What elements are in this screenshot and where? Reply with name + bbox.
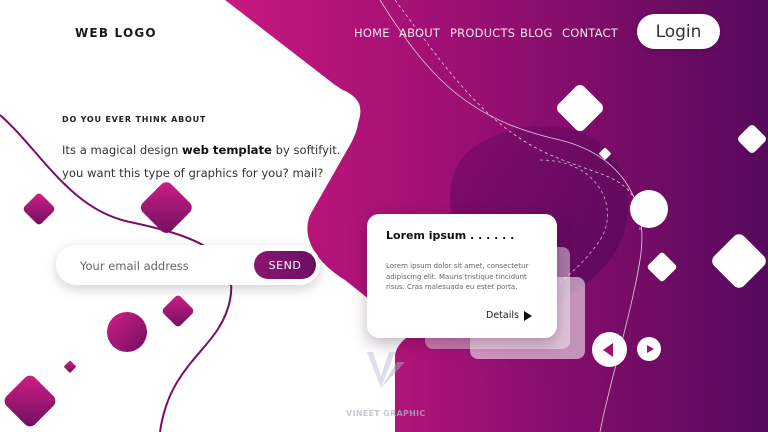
hero-eyebrow: DO YOU EVER THINK ABOUT: [62, 115, 207, 124]
hero-line-1: Its a magical design web template by sof…: [62, 143, 341, 157]
next-button[interactable]: [637, 337, 661, 361]
watermark-logo: [367, 352, 405, 388]
card-body: Lorem ipsum dolor sit amet, consectetur …: [386, 262, 529, 291]
nav-about[interactable]: ABOUT: [399, 26, 440, 40]
pink-circle: [107, 312, 147, 352]
nav-contact[interactable]: CONTACT: [562, 26, 618, 40]
card-title: Lorem ipsum . . . . . .: [386, 229, 515, 242]
hero-copy: Its a magical design web template by sof…: [62, 139, 352, 185]
details-label: Details: [486, 310, 519, 321]
white-circle: [630, 190, 668, 228]
nav-blog[interactable]: BLOG: [520, 26, 553, 40]
email-input[interactable]: [78, 256, 252, 276]
nav-products[interactable]: PRODUCTS: [450, 26, 515, 40]
watermark-text: VINEET GRAPHIC: [346, 409, 426, 418]
web-logo[interactable]: WEB LOGO: [75, 26, 157, 40]
details-link[interactable]: Details: [486, 310, 532, 321]
send-button[interactable]: SEND: [254, 251, 316, 279]
login-button[interactable]: Login: [637, 14, 720, 49]
hero-line-2: you want this type of graphics for you? …: [62, 166, 324, 180]
prev-button[interactable]: [592, 332, 627, 367]
nav-home[interactable]: HOME: [354, 26, 390, 40]
triangle-left-icon: [603, 342, 613, 357]
triangle-right-icon: [646, 345, 654, 353]
triangle-right-icon: [523, 310, 532, 321]
info-card: Lorem ipsum . . . . . . Lorem ipsum dolo…: [367, 214, 557, 338]
hero-highlight: web template: [182, 143, 272, 157]
subscribe-form: SEND: [56, 245, 320, 285]
